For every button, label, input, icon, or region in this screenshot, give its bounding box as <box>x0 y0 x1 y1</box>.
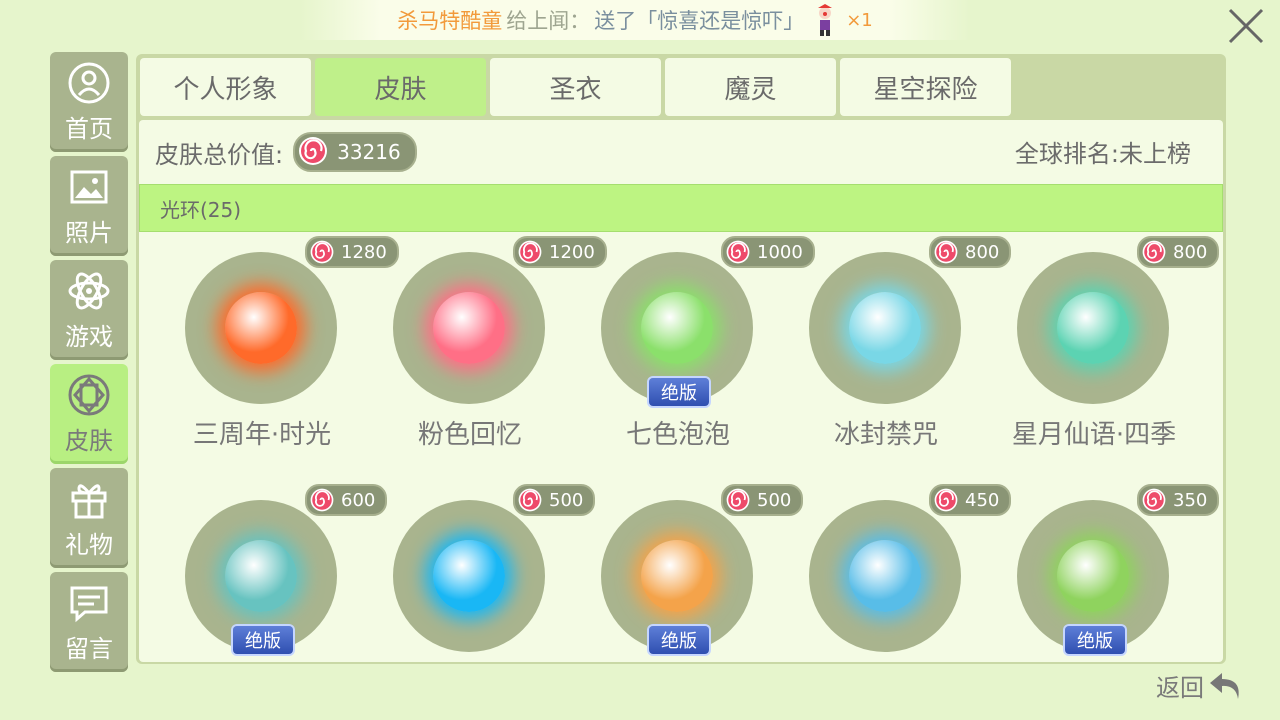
sidebar-item-label: 皮肤 <box>65 426 113 455</box>
skin-thumbnail[interactable] <box>1017 252 1169 404</box>
global-rank: 全球排名:未上榜 <box>1014 140 1191 168</box>
sidebar-item-home[interactable]: 首页 <box>50 52 128 152</box>
halo-orb <box>433 540 505 612</box>
skin-item[interactable]: 500 <box>363 480 596 662</box>
sidebar-item-skins[interactable]: 皮肤 <box>50 364 128 464</box>
price-badge: 350 <box>1137 484 1220 516</box>
halo-orb <box>641 540 713 612</box>
skin-name: 三周年·时光 <box>192 420 332 450</box>
category-header-halo[interactable]: 光环(25) <box>139 184 1223 232</box>
candy-icon <box>518 488 542 512</box>
skin-thumbnail[interactable] <box>185 252 337 404</box>
sidebar-item-photos[interactable]: 照片 <box>50 156 128 256</box>
candy-icon <box>299 137 328 165</box>
limited-edition-badge: 绝版 <box>649 378 709 406</box>
halo-orb <box>225 540 297 612</box>
price-badge: 800 <box>1137 236 1220 268</box>
candy-icon <box>310 488 334 512</box>
gem-icon <box>68 374 110 415</box>
skin-thumbnail[interactable] <box>809 252 961 404</box>
sidebar-item-games[interactable]: 游戏 <box>50 260 128 360</box>
limited-edition-badge: 绝版 <box>649 626 709 654</box>
broadcast-count: ×1 <box>846 9 873 31</box>
sidebar-item-label: 首页 <box>65 114 113 143</box>
skin-name: 冰封禁咒 <box>833 420 938 450</box>
candy-icon <box>518 240 542 264</box>
price-value: 800 <box>1173 241 1208 263</box>
back-label: 返回 <box>1156 674 1204 702</box>
candy-icon <box>726 240 750 264</box>
limited-edition-badge: 绝版 <box>233 626 293 654</box>
candy-icon <box>934 488 958 512</box>
skin-item[interactable]: 450 <box>779 480 1012 662</box>
back-arrow-icon <box>1210 672 1239 699</box>
broadcast-verb: 给上闻： <box>506 9 591 33</box>
skin-item[interactable]: 800 星月仙语·四季 <box>987 232 1220 478</box>
tab-bar: 个人形象 皮肤 圣衣 魔灵 星空探险 <box>140 58 1011 116</box>
halo-orb <box>225 292 297 364</box>
skin-name: 粉色回忆 <box>417 420 522 450</box>
clown-gift-icon <box>818 4 833 36</box>
skin-panel: 个人形象 皮肤 圣衣 魔灵 星空探险 皮肤总价值: 33216 全球排名:未上榜… <box>136 54 1226 664</box>
back-button[interactable]: 返回 <box>1156 668 1244 703</box>
candy-icon <box>310 240 334 264</box>
sidebar-item-label: 照片 <box>65 218 113 247</box>
skin-name: 七色泡泡 <box>625 420 730 450</box>
skin-content: 皮肤总价值: 33216 全球排名:未上榜 光环(25) 1280 三周年·时光 1… <box>139 120 1223 662</box>
skin-thumbnail[interactable] <box>393 500 545 652</box>
gift-icon <box>71 483 107 518</box>
price-value: 350 <box>1173 489 1208 511</box>
sidebar-item-label: 礼物 <box>65 530 113 559</box>
halo-orb <box>1057 292 1129 364</box>
skin-item[interactable]: 1200 粉色回忆 <box>363 232 607 478</box>
broadcast-sender[interactable]: 杀马特酷童 <box>397 5 502 35</box>
sidebar: 首页 照片 游戏 皮肤 礼物 留言 <box>50 52 128 676</box>
total-value-badge: 33216 <box>293 132 417 172</box>
skin-item[interactable]: 800 冰封禁咒 <box>779 232 1012 478</box>
candy-icon <box>1142 240 1166 264</box>
tab-personal-image[interactable]: 个人形象 <box>140 58 311 116</box>
halo-orb <box>849 540 921 612</box>
broadcast-gift: 送了「惊喜还是惊吓」 <box>594 9 805 33</box>
skin-name: 星月仙语·四季 <box>1011 420 1177 450</box>
tab-star-exploration[interactable]: 星空探险 <box>840 58 1011 116</box>
sidebar-item-messages[interactable]: 留言 <box>50 572 128 672</box>
tab-holy-armor[interactable]: 圣衣 <box>490 58 661 116</box>
total-value: 33216 <box>337 140 401 164</box>
candy-icon <box>726 488 750 512</box>
skin-item[interactable]: 350 绝版 <box>987 480 1220 662</box>
tab-skins[interactable]: 皮肤 <box>315 58 486 116</box>
tab-spirits[interactable]: 魔灵 <box>665 58 836 116</box>
limited-edition-badge: 绝版 <box>1065 626 1125 654</box>
skin-item[interactable]: 1280 三周年·时光 <box>155 232 399 478</box>
message-icon <box>70 586 108 622</box>
skin-summary: 皮肤总价值: 33216 <box>155 132 417 172</box>
skin-item[interactable]: 500 绝版 <box>571 480 804 662</box>
sidebar-item-label: 游戏 <box>65 322 113 351</box>
sidebar-item-gifts[interactable]: 礼物 <box>50 468 128 568</box>
close-icon[interactable] <box>1226 6 1266 46</box>
user-circle-icon <box>68 62 110 103</box>
sidebar-item-label: 留言 <box>65 634 113 663</box>
atom-icon <box>68 272 110 309</box>
halo-orb <box>1057 540 1129 612</box>
photo-icon <box>70 170 108 203</box>
halo-orb <box>433 292 505 364</box>
halo-orb <box>641 292 713 364</box>
candy-icon <box>934 240 958 264</box>
candy-icon <box>1142 488 1166 512</box>
total-value-label: 皮肤总价值: <box>155 140 284 169</box>
skin-thumbnail[interactable] <box>809 500 961 652</box>
halo-orb <box>849 292 921 364</box>
gift-broadcast-banner: 杀马特酷童 给上闻： 送了「惊喜还是惊吓」 ×1 <box>300 0 970 40</box>
skin-item[interactable]: 1000 绝版 七色泡泡 <box>571 232 815 478</box>
skin-item[interactable]: 600 绝版 <box>155 480 388 662</box>
skin-thumbnail[interactable] <box>393 252 545 404</box>
